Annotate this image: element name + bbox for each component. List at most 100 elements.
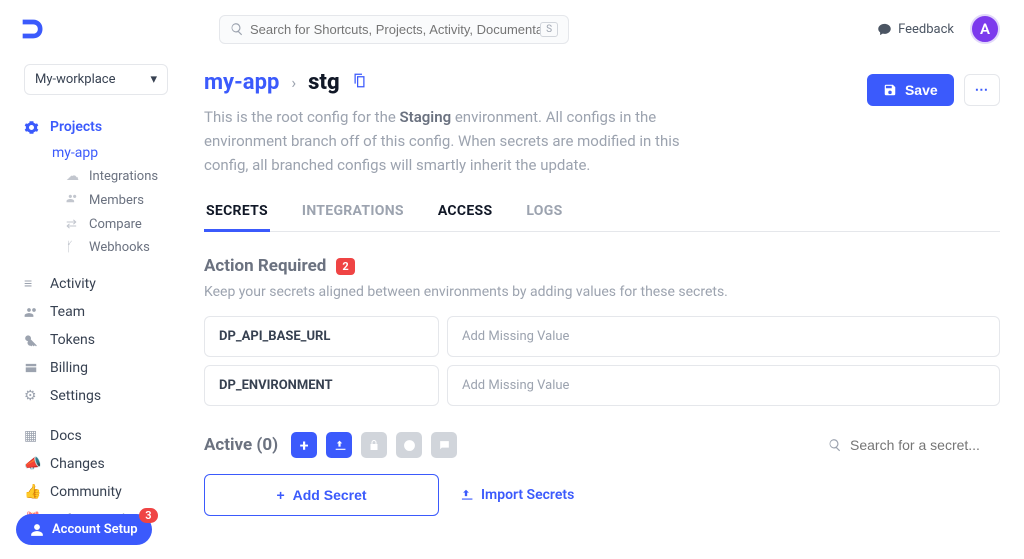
save-label: Save	[905, 82, 938, 98]
workspace-name: My-workplace	[35, 72, 116, 87]
action-required-count: 2	[336, 258, 354, 275]
upload-button-mini[interactable]	[326, 432, 352, 458]
users-icon	[66, 192, 81, 209]
desc-pre: This is the root config for the	[204, 108, 400, 126]
sidebar-item-projects[interactable]: Projects	[24, 113, 168, 141]
subitem-label: Webhooks	[89, 240, 150, 255]
action-required-title: Action Required	[204, 256, 326, 276]
secret-search[interactable]	[828, 437, 1000, 453]
billing-icon	[24, 361, 40, 375]
account-setup-badge: 3	[139, 508, 157, 523]
project-label: my-app	[52, 145, 98, 161]
compare-icon: ⇄	[66, 217, 81, 232]
lock-button-mini[interactable]	[361, 432, 387, 458]
list-icon: ≡	[24, 275, 40, 292]
subitem-label: Integrations	[89, 169, 158, 184]
subitem-label: Compare	[89, 217, 142, 232]
sidebar-subitem-integrations[interactable]: ☁ Integrations	[24, 165, 168, 188]
sidebar-label: Projects	[50, 119, 102, 135]
active-actions: + Add Secret Import Secrets	[204, 474, 1000, 516]
sidebar-item-community[interactable]: 👍 Community	[24, 478, 168, 506]
history-button-mini[interactable]	[396, 432, 422, 458]
tabs: SECRETS INTEGRATIONS ACCESS LOGS	[204, 197, 1000, 232]
sidebar-project-myapp[interactable]: my-app	[24, 141, 168, 165]
megaphone-icon: 📣	[24, 456, 40, 472]
sidebar-item-billing[interactable]: Billing	[24, 354, 168, 382]
account-setup-button[interactable]: Account Setup 3	[16, 514, 152, 545]
sidebar-item-tokens[interactable]: Tokens	[24, 326, 168, 354]
chevron-down-icon: ▾	[150, 72, 157, 87]
sidebar: My-workplace ▾ Projects my-app ☁ Integrat…	[0, 58, 180, 557]
secret-name-cell[interactable]: DP_ENVIRONMENT	[204, 365, 439, 406]
key-icon	[24, 333, 40, 347]
feedback-label: Feedback	[898, 22, 954, 37]
sidebar-label: Tokens	[50, 332, 95, 348]
breadcrumb-app[interactable]: my-app	[204, 70, 279, 95]
thumbs-up-icon: 👍	[24, 484, 40, 500]
sidebar-label: Community	[50, 484, 122, 500]
app-logo-icon	[18, 14, 48, 44]
workspace-selector[interactable]: My-workplace ▾	[24, 64, 168, 95]
tab-integrations[interactable]: INTEGRATIONS	[300, 197, 406, 231]
gear-icon	[24, 120, 40, 135]
subitem-label: Members	[89, 193, 144, 208]
copy-icon[interactable]	[352, 73, 367, 92]
sidebar-subitem-members[interactable]: Members	[24, 188, 168, 213]
config-description: This is the root config for the Staging …	[204, 105, 724, 177]
plus-icon: +	[276, 487, 284, 503]
more-options-button[interactable]: ⋯	[964, 74, 1000, 106]
secret-name-cell[interactable]: DP_API_BASE_URL	[204, 316, 439, 357]
comment-icon	[877, 22, 892, 37]
secret-value-cell[interactable]: Add Missing Value	[447, 365, 1000, 406]
active-title: Active (0)	[204, 435, 278, 455]
sidebar-label: Changes	[50, 456, 105, 472]
save-button[interactable]: Save	[867, 74, 954, 106]
sidebar-item-docs[interactable]: ▦ Docs	[24, 422, 168, 450]
feedback-link[interactable]: Feedback	[877, 22, 954, 37]
docs-icon: ▦	[24, 428, 40, 444]
tab-access[interactable]: ACCESS	[436, 197, 495, 231]
secret-search-input[interactable]	[850, 437, 1000, 453]
sidebar-label: Activity	[50, 276, 96, 292]
save-icon	[883, 83, 897, 97]
secret-row: DP_API_BASE_URL Add Missing Value	[204, 316, 1000, 357]
main-content: my-app › stg Save ⋯ This is the root con…	[180, 58, 1024, 557]
action-required-subtitle: Keep your secrets aligned between enviro…	[204, 284, 1000, 300]
save-controls: Save ⋯	[867, 74, 1000, 106]
sidebar-label: Settings	[50, 388, 101, 404]
upload-icon	[459, 488, 473, 502]
account-setup-label: Account Setup	[52, 522, 138, 537]
sidebar-item-team[interactable]: Team	[24, 298, 168, 326]
chevron-right-icon: ›	[291, 73, 296, 92]
secret-value-cell[interactable]: Add Missing Value	[447, 316, 1000, 357]
sidebar-label: Team	[50, 304, 85, 320]
sidebar-item-changes[interactable]: 📣 Changes	[24, 450, 168, 478]
tab-secrets[interactable]: SECRETS	[204, 197, 270, 232]
cloud-icon: ☁	[66, 169, 81, 184]
sidebar-item-activity[interactable]: ≡ Activity	[24, 269, 168, 298]
header-bar: S Feedback A	[0, 0, 1024, 58]
sidebar-label: Billing	[50, 360, 88, 376]
breadcrumb-env: stg	[308, 70, 339, 95]
add-button-mini[interactable]: +	[291, 432, 317, 458]
search-bar[interactable]: S	[219, 15, 569, 44]
user-plus-icon	[30, 523, 44, 537]
search-input[interactable]	[250, 22, 540, 37]
sidebar-subitem-webhooks[interactable]: ᚶ Webhooks	[24, 236, 168, 259]
sidebar-subitem-compare[interactable]: ⇄ Compare	[24, 213, 168, 236]
desc-bold: Staging	[400, 108, 452, 126]
import-secrets-label: Import Secrets	[481, 487, 574, 503]
add-secret-label: Add Secret	[293, 487, 367, 503]
add-secret-button[interactable]: + Add Secret	[204, 474, 439, 516]
tab-logs[interactable]: LOGS	[524, 197, 564, 231]
webhook-icon: ᚶ	[66, 240, 81, 255]
note-button-mini[interactable]	[431, 432, 457, 458]
settings-icon: ⚙	[24, 388, 40, 404]
sidebar-label: Docs	[50, 428, 82, 444]
import-secrets-button[interactable]: Import Secrets	[459, 487, 574, 503]
active-secrets-header: Active (0) +	[204, 432, 1000, 458]
user-avatar[interactable]: A	[970, 14, 1000, 44]
search-shortcut-badge: S	[540, 22, 558, 37]
search-icon	[230, 22, 244, 36]
sidebar-item-settings[interactable]: ⚙ Settings	[24, 382, 168, 410]
